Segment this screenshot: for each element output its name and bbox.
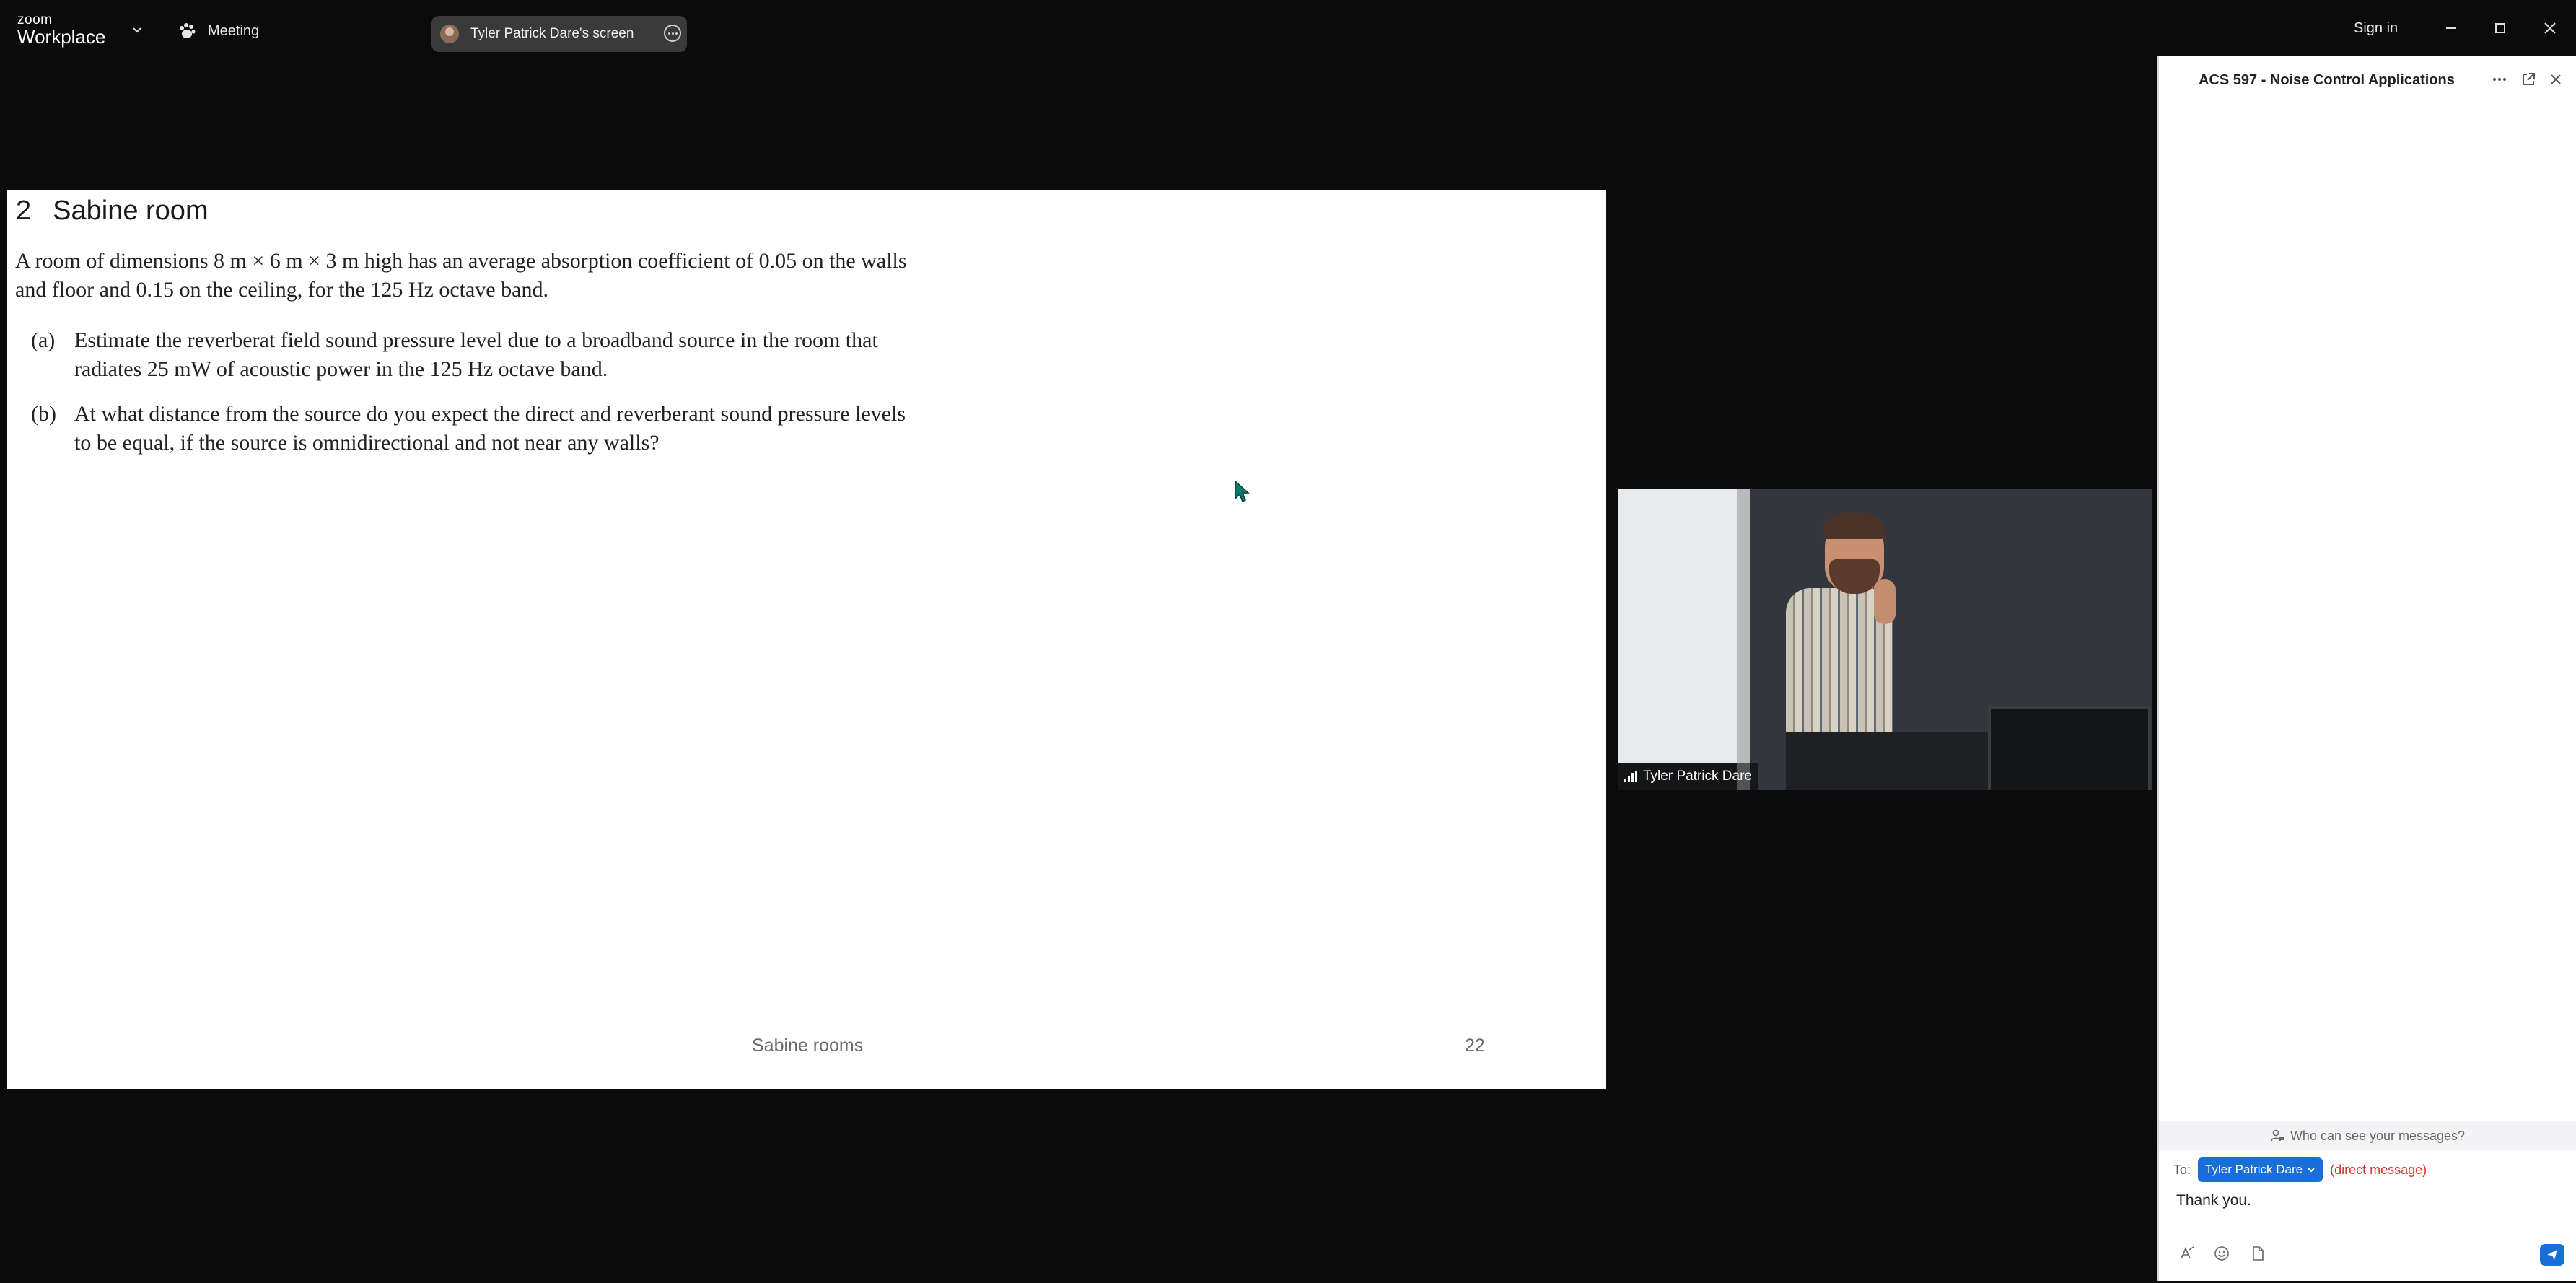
mouse-cursor-icon <box>1235 480 1250 503</box>
recipient-name: Tyler Patrick Dare <box>2205 1162 2303 1176</box>
participant-name: Tyler Patrick Dare <box>1643 769 1752 784</box>
screen-share-indicator[interactable]: Tyler Patrick Dare's screen <box>431 16 687 52</box>
format-text-icon[interactable] <box>2178 1244 2196 1263</box>
close-icon[interactable] <box>2547 71 2564 88</box>
question-text: Estimate the reverberat field sound pres… <box>74 328 878 381</box>
file-icon[interactable] <box>2248 1244 2267 1263</box>
slide-footer-title: Sabine rooms <box>752 1035 864 1056</box>
to-label: To: <box>2173 1162 2191 1177</box>
chat-header: ACS 597 - Noise Control Applications <box>2159 56 2576 104</box>
send-icon <box>2547 1250 2557 1260</box>
privacy-hint-text: Who can see your messages? <box>2290 1128 2466 1143</box>
maximize-icon[interactable] <box>2491 19 2510 38</box>
chevron-down-icon <box>2308 1168 2315 1173</box>
signal-strength-icon <box>1624 771 1637 782</box>
question-label: (b) <box>31 402 56 426</box>
shared-screen-slide: 2 Sabine room A room of dimensions 8 m × … <box>7 190 1606 1089</box>
recipient-dropdown[interactable]: Tyler Patrick Dare <box>2198 1157 2323 1182</box>
slide-section-number: 2 <box>16 196 32 226</box>
privacy-hint[interactable]: Who can see your messages? <box>2159 1121 2576 1150</box>
minimize-icon[interactable] <box>2442 19 2461 38</box>
participant-name-overlay: Tyler Patrick Dare <box>1618 763 1758 790</box>
meeting-menu-button[interactable]: Meeting <box>178 19 259 43</box>
more-options-icon[interactable] <box>664 25 681 42</box>
brand-large-text: Workplace <box>17 26 106 48</box>
monitor <box>1988 706 2151 790</box>
question-label: (a) <box>31 328 56 352</box>
slide-question-b: (b) At what distance from the source do … <box>31 400 911 457</box>
paw-icon <box>180 23 196 38</box>
screen-share-label: Tyler Patrick Dare's screen <box>470 26 634 41</box>
chat-title: ACS 597 - Noise Control Applications <box>2199 72 2455 88</box>
more-options-icon[interactable] <box>2491 71 2508 88</box>
close-icon[interactable] <box>2541 19 2559 38</box>
direct-message-note: (direct message) <box>2330 1162 2427 1177</box>
slide-title: 2 Sabine room <box>16 196 209 227</box>
presenter-avatar <box>440 25 459 43</box>
message-input[interactable]: Thank you. <box>2176 1192 2251 1209</box>
zoom-workplace-logo[interactable]: zoom Workplace <box>17 13 105 47</box>
brand-small-text: zoom <box>17 12 53 27</box>
send-button[interactable] <box>2540 1244 2564 1266</box>
participant-video-tile[interactable]: Tyler Patrick Dare <box>1618 489 2152 790</box>
slide-title-text: Sabine room <box>53 196 209 226</box>
question-text: At what distance from the source do you … <box>74 402 906 455</box>
meeting-label: Meeting <box>208 22 260 39</box>
people-lock-icon <box>2271 1129 2284 1142</box>
slide-page-number: 22 <box>1465 1035 1485 1056</box>
chevron-down-icon[interactable] <box>133 26 141 35</box>
title-bar: zoom Workplace Meeting Tyler Patrick Dar… <box>0 0 2576 56</box>
recipient-row: To: Tyler Patrick Dare (direct message) <box>2173 1157 2427 1182</box>
slide-paragraph: A room of dimensions 8 m × 6 m × 3 m hig… <box>15 249 907 302</box>
slide-question-a: (a) Estimate the reverberat field sound … <box>31 326 911 384</box>
pop-out-icon[interactable] <box>2520 71 2537 88</box>
emoji-icon[interactable] <box>2212 1244 2231 1263</box>
podium <box>1786 732 2002 790</box>
projector-screen <box>1618 489 1737 763</box>
chat-panel: ACS 597 - Noise Control Applications Who… <box>2157 56 2576 1281</box>
sign-in-link[interactable]: Sign in <box>2354 20 2398 37</box>
